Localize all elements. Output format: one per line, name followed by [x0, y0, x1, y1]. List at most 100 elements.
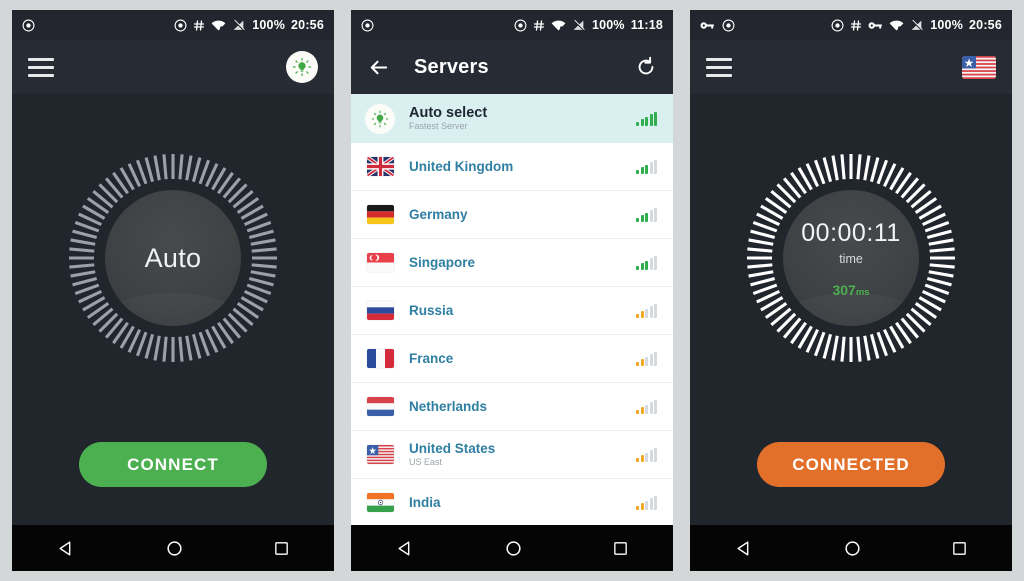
- screenshot-stage: 100% 20:56 Auto CONNECT 100% 11:18 Serve…: [0, 0, 1024, 581]
- home-icon[interactable]: [843, 539, 862, 558]
- signal-strength-icon: [636, 447, 657, 462]
- wifi-icon: [551, 19, 566, 32]
- us-flag-icon[interactable]: [962, 55, 996, 79]
- server-row-netherlands[interactable]: Netherlands: [351, 383, 673, 431]
- connection-dial: Auto: [67, 152, 279, 364]
- server-row-text: United Kingdom: [409, 159, 636, 175]
- clock: 20:56: [291, 18, 324, 32]
- app-bar: [12, 40, 334, 94]
- home-body: Auto CONNECT: [12, 94, 334, 525]
- status-bar: 100% 20:56: [12, 10, 334, 40]
- connected-button[interactable]: CONNECTED: [757, 442, 945, 487]
- signal-strength-icon: [636, 351, 657, 366]
- server-row-india[interactable]: India: [351, 479, 673, 525]
- hash-icon: [193, 19, 205, 32]
- dial-label: Auto: [144, 242, 202, 273]
- server-sublabel: Fastest Server: [409, 121, 468, 132]
- app-bar: Servers: [351, 40, 673, 94]
- vpn-key-icon: [868, 19, 883, 32]
- server-row-text: Netherlands: [409, 399, 636, 415]
- cell-signal-off-icon: [910, 19, 924, 32]
- refresh-icon[interactable]: [635, 56, 657, 78]
- hash-icon: [850, 19, 862, 32]
- wifi-icon: [211, 19, 226, 32]
- signal-strength-icon: [636, 111, 657, 126]
- vpn-key-icon: [700, 19, 715, 32]
- cell-signal-off-icon: [572, 19, 586, 32]
- recents-icon[interactable]: [612, 540, 629, 557]
- signal-strength-icon: [636, 495, 657, 510]
- signal-strength-icon: [636, 303, 657, 318]
- server-row-france[interactable]: France: [351, 335, 673, 383]
- recents-icon[interactable]: [273, 540, 290, 557]
- phone-home-connected: 100% 20:56 00:00:11 time 307ms CONNECTED: [690, 10, 1012, 571]
- battery-percent: 100%: [930, 18, 964, 32]
- clock: 11:18: [630, 18, 663, 32]
- signal-strength-icon: [636, 399, 657, 414]
- server-row-text: Russia: [409, 303, 636, 319]
- server-row-text: United States US East: [409, 441, 636, 467]
- server-name: Singapore: [409, 254, 476, 270]
- server-row-germany[interactable]: Germany: [351, 191, 673, 239]
- server-name: France: [409, 350, 454, 366]
- nl-flag-icon: [365, 392, 395, 422]
- hamburger-icon[interactable]: [28, 57, 54, 77]
- connect-button[interactable]: CONNECT: [79, 442, 267, 487]
- record-icon: [722, 19, 735, 32]
- dial-timer-area[interactable]: 00:00:11 time 307ms: [783, 190, 919, 326]
- home-icon[interactable]: [165, 539, 184, 558]
- phone-servers: 100% 11:18 Servers Auto select Fastest Se…: [351, 10, 673, 571]
- hamburger-icon[interactable]: [706, 57, 732, 77]
- session-timer: 00:00:11: [801, 218, 901, 247]
- signal-strength-icon: [636, 255, 657, 270]
- app-bar: [690, 40, 1012, 94]
- ping-value: 307ms: [832, 282, 869, 298]
- record-icon: [514, 19, 527, 32]
- server-name: Germany: [409, 206, 468, 222]
- server-row-text: India: [409, 495, 636, 511]
- wifi-icon: [889, 19, 904, 32]
- signal-strength-icon: [636, 207, 657, 222]
- server-sublabel: US East: [409, 456, 443, 467]
- server-row-united-states[interactable]: United States US East: [351, 431, 673, 479]
- page-title: Servers: [414, 55, 489, 78]
- server-row-singapore[interactable]: Singapore: [351, 239, 673, 287]
- cell-signal-off-icon: [232, 19, 246, 32]
- server-list[interactable]: Auto select Fastest Server United Kingdom G…: [351, 94, 673, 525]
- android-nav-bar: [12, 525, 334, 571]
- timer-label: time: [839, 251, 863, 266]
- server-row-text: Germany: [409, 207, 636, 223]
- server-row-russia[interactable]: Russia: [351, 287, 673, 335]
- server-row-auto-select[interactable]: Auto select Fastest Server: [351, 94, 673, 143]
- connection-dial: 00:00:11 time 307ms: [745, 152, 957, 364]
- home-body: 00:00:11 time 307ms CONNECTED: [690, 94, 1012, 525]
- arrow-left-icon[interactable]: [367, 56, 390, 79]
- dial-connect-area[interactable]: Auto: [105, 190, 241, 326]
- back-icon[interactable]: [396, 539, 415, 558]
- record-icon: [361, 19, 374, 32]
- uk-flag-icon: [365, 152, 395, 182]
- phone-home-disconnected: 100% 20:56 Auto CONNECT: [12, 10, 334, 571]
- server-name: United States: [409, 441, 496, 457]
- bulb-icon[interactable]: [286, 51, 318, 83]
- de-flag-icon: [365, 200, 395, 230]
- android-nav-bar: [351, 525, 673, 571]
- ping-number: 307: [832, 281, 856, 298]
- server-name: Netherlands: [409, 398, 488, 414]
- server-row-text: France: [409, 351, 636, 367]
- hash-icon: [533, 19, 545, 32]
- in-flag-icon: [365, 488, 395, 518]
- back-icon[interactable]: [735, 539, 754, 558]
- sg-flag-icon: [365, 248, 395, 278]
- server-row-united-kingdom[interactable]: United Kingdom: [351, 143, 673, 191]
- server-name: United Kingdom: [409, 158, 514, 174]
- recents-icon[interactable]: [951, 540, 968, 557]
- status-bar: 100% 11:18: [351, 10, 673, 40]
- back-icon[interactable]: [57, 539, 76, 558]
- home-icon[interactable]: [504, 539, 523, 558]
- ping-unit: ms: [855, 286, 870, 298]
- record-icon: [831, 19, 844, 32]
- us-flag-icon: [365, 440, 395, 470]
- fr-flag-icon: [365, 344, 395, 374]
- clock: 20:56: [969, 18, 1002, 32]
